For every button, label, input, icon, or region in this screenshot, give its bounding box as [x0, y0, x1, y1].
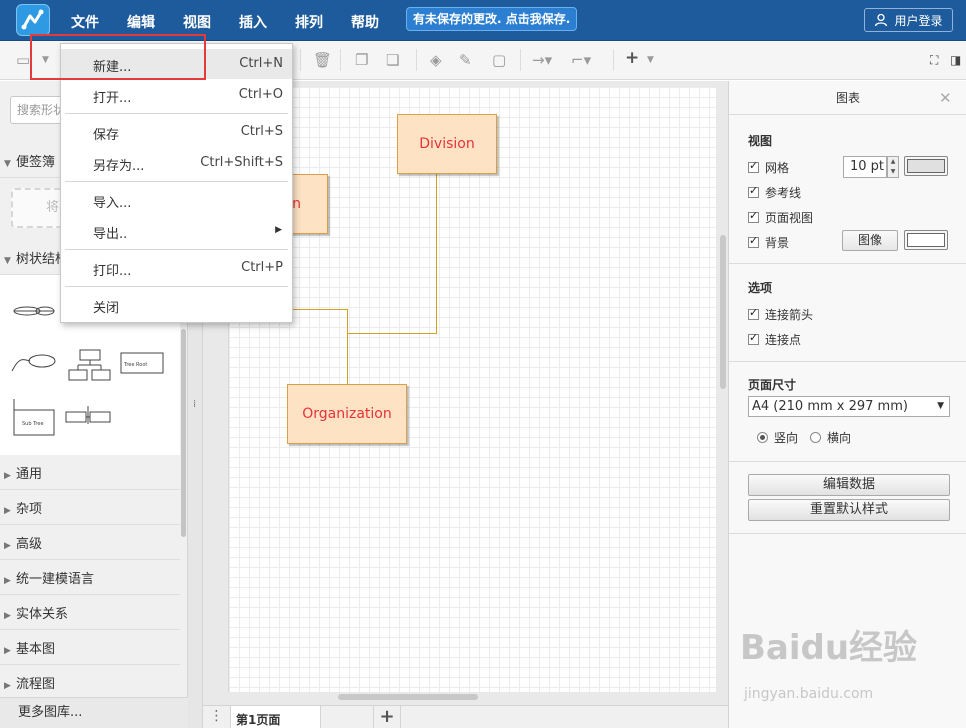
- section-advanced[interactable]: ▶ 高级: [0, 530, 180, 560]
- menu-item-print[interactable]: 打印... Ctrl+P: [61, 253, 292, 283]
- node-division[interactable]: Division: [397, 114, 497, 174]
- toggle-format-panel-icon[interactable]: ◨: [950, 52, 961, 68]
- background-option[interactable]: 背景: [748, 234, 789, 251]
- sub-tree-shape-label: Sub Tree: [22, 421, 44, 427]
- login-label: 用户登录: [894, 13, 943, 28]
- sidebar-scrollbar[interactable]: [181, 329, 186, 537]
- background-image-button[interactable]: 图像: [842, 230, 898, 251]
- page-layout-icon[interactable]: ▭: [16, 52, 30, 68]
- chevron-right-icon: ▶: [4, 541, 11, 551]
- grid-option[interactable]: 网格: [748, 159, 789, 176]
- chevron-down-icon: ▼: [4, 159, 11, 169]
- guides-checkbox[interactable]: [748, 184, 759, 198]
- connector-line[interactable]: [436, 174, 437, 333]
- background-color-button[interactable]: [904, 230, 948, 250]
- chevron-down-icon: ▼: [937, 401, 944, 411]
- node-organization[interactable]: Organization: [287, 384, 407, 444]
- page-view-checkbox[interactable]: [748, 209, 759, 223]
- landscape-radio[interactable]: [810, 432, 821, 443]
- menu-item-export[interactable]: 导出.. ▶: [61, 216, 292, 246]
- insert-plus-icon[interactable]: +: [625, 50, 639, 67]
- chevron-down-icon[interactable]: ▼: [647, 52, 654, 68]
- portrait-option[interactable]: 竖向: [757, 429, 798, 446]
- fullscreen-icon[interactable]: ⛶: [930, 52, 938, 68]
- page-size-select[interactable]: A4 (210 mm x 297 mm) ▼: [748, 396, 950, 417]
- chevron-right-icon: ▶: [4, 611, 11, 621]
- menu-item-save-as[interactable]: 另存为... Ctrl+Shift+S: [61, 148, 292, 178]
- logo-icon: [21, 9, 44, 30]
- page-menu-icon[interactable]: ⋮: [203, 706, 231, 728]
- fill-color-icon[interactable]: ◈: [430, 52, 442, 68]
- section-entity-relation[interactable]: ▶ 实体关系: [0, 600, 180, 630]
- tab-page-1[interactable]: 第1页面: [231, 706, 321, 728]
- grid-size-stepper[interactable]: ▲ ▼: [887, 156, 899, 178]
- section-uml[interactable]: ▶ 统一建模语言: [0, 565, 180, 595]
- connection-arrows-option[interactable]: 连接箭头: [748, 306, 813, 323]
- options-heading: 选项: [748, 281, 773, 295]
- tree-root-shape-label: Tree Root: [123, 362, 147, 368]
- user-icon: [875, 13, 888, 27]
- menu-file[interactable]: 文件: [71, 12, 99, 32]
- section-general[interactable]: ▶ 通用: [0, 460, 180, 490]
- app-logo[interactable]: [16, 4, 50, 36]
- close-icon[interactable]: ✕: [939, 89, 952, 107]
- menu-insert[interactable]: 插入: [239, 12, 267, 32]
- waypoint-style-icon[interactable]: ⌐▾: [571, 52, 591, 68]
- section-basic[interactable]: ▶ 基本图: [0, 635, 180, 665]
- baidu-watermark: Baidu经验: [740, 628, 918, 668]
- connector-line[interactable]: [347, 333, 437, 334]
- chevron-right-icon: ▶: [4, 506, 11, 516]
- menu-item-import[interactable]: 导入...: [61, 185, 292, 215]
- highlight-annotation: [30, 34, 206, 80]
- canvas-vertical-scrollbar[interactable]: [720, 235, 726, 389]
- add-page-button[interactable]: +: [373, 706, 401, 728]
- section-misc[interactable]: ▶ 杂项: [0, 495, 180, 525]
- menu-item-save[interactable]: 保存 Ctrl+S: [61, 117, 292, 147]
- canvas-horizontal-scrollbar[interactable]: [338, 694, 478, 700]
- page-size-heading: 页面尺寸: [748, 378, 797, 392]
- view-heading: 视图: [748, 134, 773, 148]
- connector-line[interactable]: [347, 309, 348, 384]
- menu-edit[interactable]: 编辑: [127, 12, 155, 32]
- chevron-right-icon: ▶: [4, 471, 11, 481]
- more-shapes-button[interactable]: 更多图库...: [0, 697, 188, 728]
- grid-size-input[interactable]: 10 pt: [843, 156, 887, 178]
- chevron-right-icon: ▶: [4, 646, 11, 656]
- grip-icon: ⁞: [193, 399, 197, 410]
- landscape-option[interactable]: 横向: [810, 429, 851, 446]
- section-flowchart[interactable]: ▶ 流程图: [0, 670, 180, 700]
- menu-item-open[interactable]: 打开... Ctrl+O: [61, 80, 292, 110]
- to-back-icon[interactable]: ❏: [386, 52, 399, 68]
- edit-data-button[interactable]: 编辑数据: [748, 474, 950, 496]
- page-tabs: ⋮ 第1页面 +: [203, 705, 728, 728]
- grid-checkbox[interactable]: [748, 159, 759, 173]
- page-view-option[interactable]: 页面视图: [748, 209, 813, 226]
- reset-style-button[interactable]: 重置默认样式: [748, 499, 950, 521]
- unsaved-changes-banner[interactable]: 有未保存的更改. 点击我保存.: [406, 7, 578, 31]
- delete-icon[interactable]: 🗑: [313, 52, 332, 68]
- shadow-icon[interactable]: ▢: [492, 52, 506, 68]
- grid-color-button[interactable]: [904, 156, 948, 176]
- panel-title: 图表: [729, 81, 966, 115]
- connector-line[interactable]: [290, 309, 348, 310]
- portrait-radio[interactable]: [757, 432, 768, 443]
- connection-points-checkbox[interactable]: [748, 331, 759, 345]
- login-button[interactable]: 用户登录: [864, 8, 953, 32]
- line-color-icon[interactable]: ✎: [459, 52, 472, 68]
- menu-help[interactable]: 帮助: [351, 12, 379, 32]
- connection-arrow-icon[interactable]: →▾: [532, 52, 552, 68]
- menu-arrange[interactable]: 排列: [295, 12, 323, 32]
- guides-option[interactable]: 参考线: [748, 184, 801, 201]
- background-checkbox[interactable]: [748, 234, 759, 248]
- chevron-down-icon: ▼: [4, 256, 11, 266]
- menu-view[interactable]: 视图: [183, 12, 211, 32]
- file-menu-dropdown: 新建... Ctrl+N 打开... Ctrl+O 保存 Ctrl+S 另存为... C…: [60, 43, 293, 323]
- connection-arrows-checkbox[interactable]: [748, 306, 759, 320]
- menu-item-close[interactable]: 关闭: [61, 290, 292, 320]
- submenu-arrow-icon: ▶: [275, 225, 282, 235]
- to-front-icon[interactable]: ❐: [355, 52, 368, 68]
- baidu-watermark-url: jingyan.baidu.com: [744, 686, 874, 702]
- connection-points-option[interactable]: 连接点: [748, 331, 801, 348]
- chevron-right-icon: ▶: [4, 576, 11, 586]
